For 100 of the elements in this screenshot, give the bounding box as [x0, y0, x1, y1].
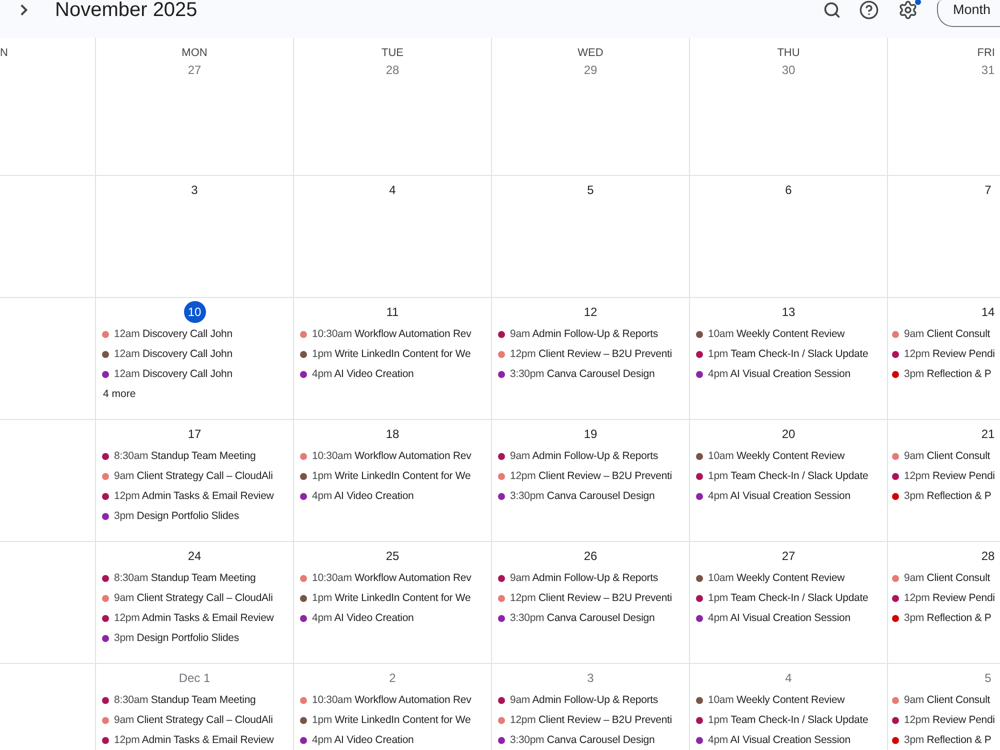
- event-chip[interactable]: 3pm Design Portfolio Slides: [96, 628, 293, 648]
- event-chip[interactable]: 10am Weekly Content Review: [690, 568, 887, 588]
- day-number[interactable]: 28: [382, 59, 404, 81]
- day-number[interactable]: 14: [977, 301, 999, 323]
- day-number[interactable]: 27: [778, 545, 800, 567]
- event-chip[interactable]: 12pm Client Review – B2U Preventi: [492, 466, 689, 486]
- event-chip[interactable]: 9am Client Consult: [888, 446, 1000, 466]
- event-chip[interactable]: 1pm Write LinkedIn Content for We: [294, 344, 491, 364]
- day-number[interactable]: 31: [977, 59, 999, 81]
- event-chip[interactable]: 9am Client Strategy Call – CloudAli: [96, 588, 293, 608]
- event-chip[interactable]: 10:30am Workflow Automation Rev: [294, 568, 491, 588]
- event-chip[interactable]: 12pm Client Review – B2U Preventi: [492, 344, 689, 364]
- event-chip[interactable]: 4pm AI Visual Creation Session: [690, 730, 887, 750]
- day-number[interactable]: 17: [184, 423, 206, 445]
- day-number[interactable]: 28: [977, 545, 999, 567]
- event-chip[interactable]: 12pm Admin Tasks & Email Review: [96, 486, 293, 506]
- event-chip[interactable]: 12pm Review Pendi: [888, 344, 1000, 364]
- event-chip[interactable]: 1pm Team Check-In / Slack Update: [690, 344, 887, 364]
- event-chip[interactable]: 1pm Write LinkedIn Content for We: [294, 588, 491, 608]
- day-number[interactable]: 21: [977, 423, 999, 445]
- event-chip[interactable]: 1pm Team Check-In / Slack Update: [690, 710, 887, 730]
- event-chip[interactable]: 3:30pm Canva Carousel Design: [492, 608, 689, 628]
- event-chip[interactable]: 12am Discovery Call John: [96, 364, 293, 384]
- event-chip[interactable]: 9am Client Strategy Call – CloudAli: [96, 710, 293, 730]
- event-chip[interactable]: 12pm Review Pendi: [888, 710, 1000, 730]
- day-number[interactable]: 4: [778, 667, 800, 689]
- event-chip[interactable]: 4pm AI Visual Creation Session: [690, 486, 887, 506]
- help-icon: [859, 0, 879, 20]
- weekday-label: N: [0, 46, 9, 60]
- event-chip[interactable]: 3pm Reflection & P: [888, 364, 1000, 384]
- day-number[interactable]: 3: [184, 179, 206, 201]
- event-chip[interactable]: 9am Admin Follow-Up & Reports: [492, 324, 689, 344]
- event-chip[interactable]: 10:30am Workflow Automation Rev: [294, 690, 491, 710]
- event-chip[interactable]: 12pm Client Review – B2U Preventi: [492, 588, 689, 608]
- event-chip[interactable]: 4pm AI Video Creation: [294, 730, 491, 750]
- event-chip[interactable]: 9am Client Consult: [888, 324, 1000, 344]
- event-chip[interactable]: 1pm Team Check-In / Slack Update: [690, 588, 887, 608]
- day-number[interactable]: 29: [580, 59, 602, 81]
- event-chip[interactable]: 4pm AI Video Creation: [294, 486, 491, 506]
- day-number[interactable]: 20: [778, 423, 800, 445]
- event-chip[interactable]: 10am Weekly Content Review: [690, 690, 887, 710]
- event-chip[interactable]: 8:30am Standup Team Meeting: [96, 446, 293, 466]
- event-chip[interactable]: 9am Client Consult: [888, 568, 1000, 588]
- search-icon: [823, 1, 841, 19]
- event-chip[interactable]: 1pm Write LinkedIn Content for We: [294, 710, 491, 730]
- day-number[interactable]: 5: [977, 667, 999, 689]
- event-chip[interactable]: 9am Admin Follow-Up & Reports: [492, 690, 689, 710]
- help-button[interactable]: [859, 0, 879, 20]
- more-link[interactable]: 4 more: [96, 384, 140, 404]
- day-number[interactable]: 30: [778, 59, 800, 81]
- settings-button[interactable]: [898, 0, 918, 20]
- day-number[interactable]: 26: [580, 545, 602, 567]
- day-number[interactable]: 24: [184, 545, 206, 567]
- event-chip[interactable]: 4pm AI Visual Creation Session: [690, 608, 887, 628]
- day-number[interactable]: 19: [580, 423, 602, 445]
- event-chip[interactable]: 9am Admin Follow-Up & Reports: [492, 446, 689, 466]
- event-chip[interactable]: 12pm Review Pendi: [888, 466, 1000, 486]
- day-number[interactable]: 2: [382, 667, 404, 689]
- day-number[interactable]: 4: [382, 179, 404, 201]
- day-number[interactable]: 5: [580, 179, 602, 201]
- event-chip[interactable]: 3:30pm Canva Carousel Design: [492, 730, 689, 750]
- event-chip[interactable]: 9am Admin Follow-Up & Reports: [492, 568, 689, 588]
- event-chip[interactable]: 4pm AI Video Creation: [294, 364, 491, 384]
- event-chip[interactable]: 9am Client Consult: [888, 690, 1000, 710]
- search-button[interactable]: [823, 0, 841, 20]
- event-chip[interactable]: 3pm Design Portfolio Slides: [96, 506, 293, 526]
- event-chip[interactable]: 8:30am Standup Team Meeting: [96, 568, 293, 588]
- day-number[interactable]: 12: [580, 301, 602, 323]
- event-chip[interactable]: 4pm AI Video Creation: [294, 608, 491, 628]
- day-number[interactable]: 7: [977, 179, 999, 201]
- event-chip[interactable]: 12am Discovery Call John: [96, 344, 293, 364]
- event-chip[interactable]: 3:30pm Canva Carousel Design: [492, 364, 689, 384]
- event-chip[interactable]: 12pm Review Pendi: [888, 588, 1000, 608]
- event-chip[interactable]: 12pm Admin Tasks & Email Review: [96, 730, 293, 750]
- event-chip[interactable]: 10:30am Workflow Automation Rev: [294, 324, 491, 344]
- event-chip[interactable]: 3pm Reflection & P: [888, 608, 1000, 628]
- event-chip[interactable]: 12pm Client Review – B2U Preventi: [492, 710, 689, 730]
- event-chip[interactable]: 1pm Write LinkedIn Content for We: [294, 466, 491, 486]
- event-chip[interactable]: 1pm Team Check-In / Slack Update: [690, 466, 887, 486]
- event-chip[interactable]: 3pm Reflection & P: [888, 730, 1000, 750]
- event-chip[interactable]: 3:30pm Canva Carousel Design: [492, 486, 689, 506]
- day-number[interactable]: 10: [184, 301, 206, 323]
- event-chip[interactable]: 3pm Reflection & P: [888, 486, 1000, 506]
- day-number[interactable]: 27: [184, 59, 206, 81]
- event-chip[interactable]: 10:30am Workflow Automation Rev: [294, 446, 491, 466]
- day-number[interactable]: 6: [778, 179, 800, 201]
- event-chip[interactable]: 12pm Admin Tasks & Email Review: [96, 608, 293, 628]
- event-chip[interactable]: 4pm AI Visual Creation Session: [690, 364, 887, 384]
- event-chip[interactable]: 12am Discovery Call John: [96, 324, 293, 344]
- event-chip[interactable]: 8:30am Standup Team Meeting: [96, 690, 293, 710]
- event-chip[interactable]: 10am Weekly Content Review: [690, 446, 887, 466]
- day-number[interactable]: 18: [382, 423, 404, 445]
- day-number[interactable]: 3: [580, 667, 602, 689]
- event-chip[interactable]: 10am Weekly Content Review: [690, 324, 887, 344]
- event-chip[interactable]: 9am Client Strategy Call – CloudAli: [96, 466, 293, 486]
- day-number[interactable]: 25: [382, 545, 404, 567]
- view-dropdown-button[interactable]: Month: [937, 0, 1000, 27]
- day-number[interactable]: 11: [382, 301, 404, 323]
- day-number[interactable]: Dec 1: [174, 667, 214, 689]
- day-number[interactable]: 13: [778, 301, 800, 323]
